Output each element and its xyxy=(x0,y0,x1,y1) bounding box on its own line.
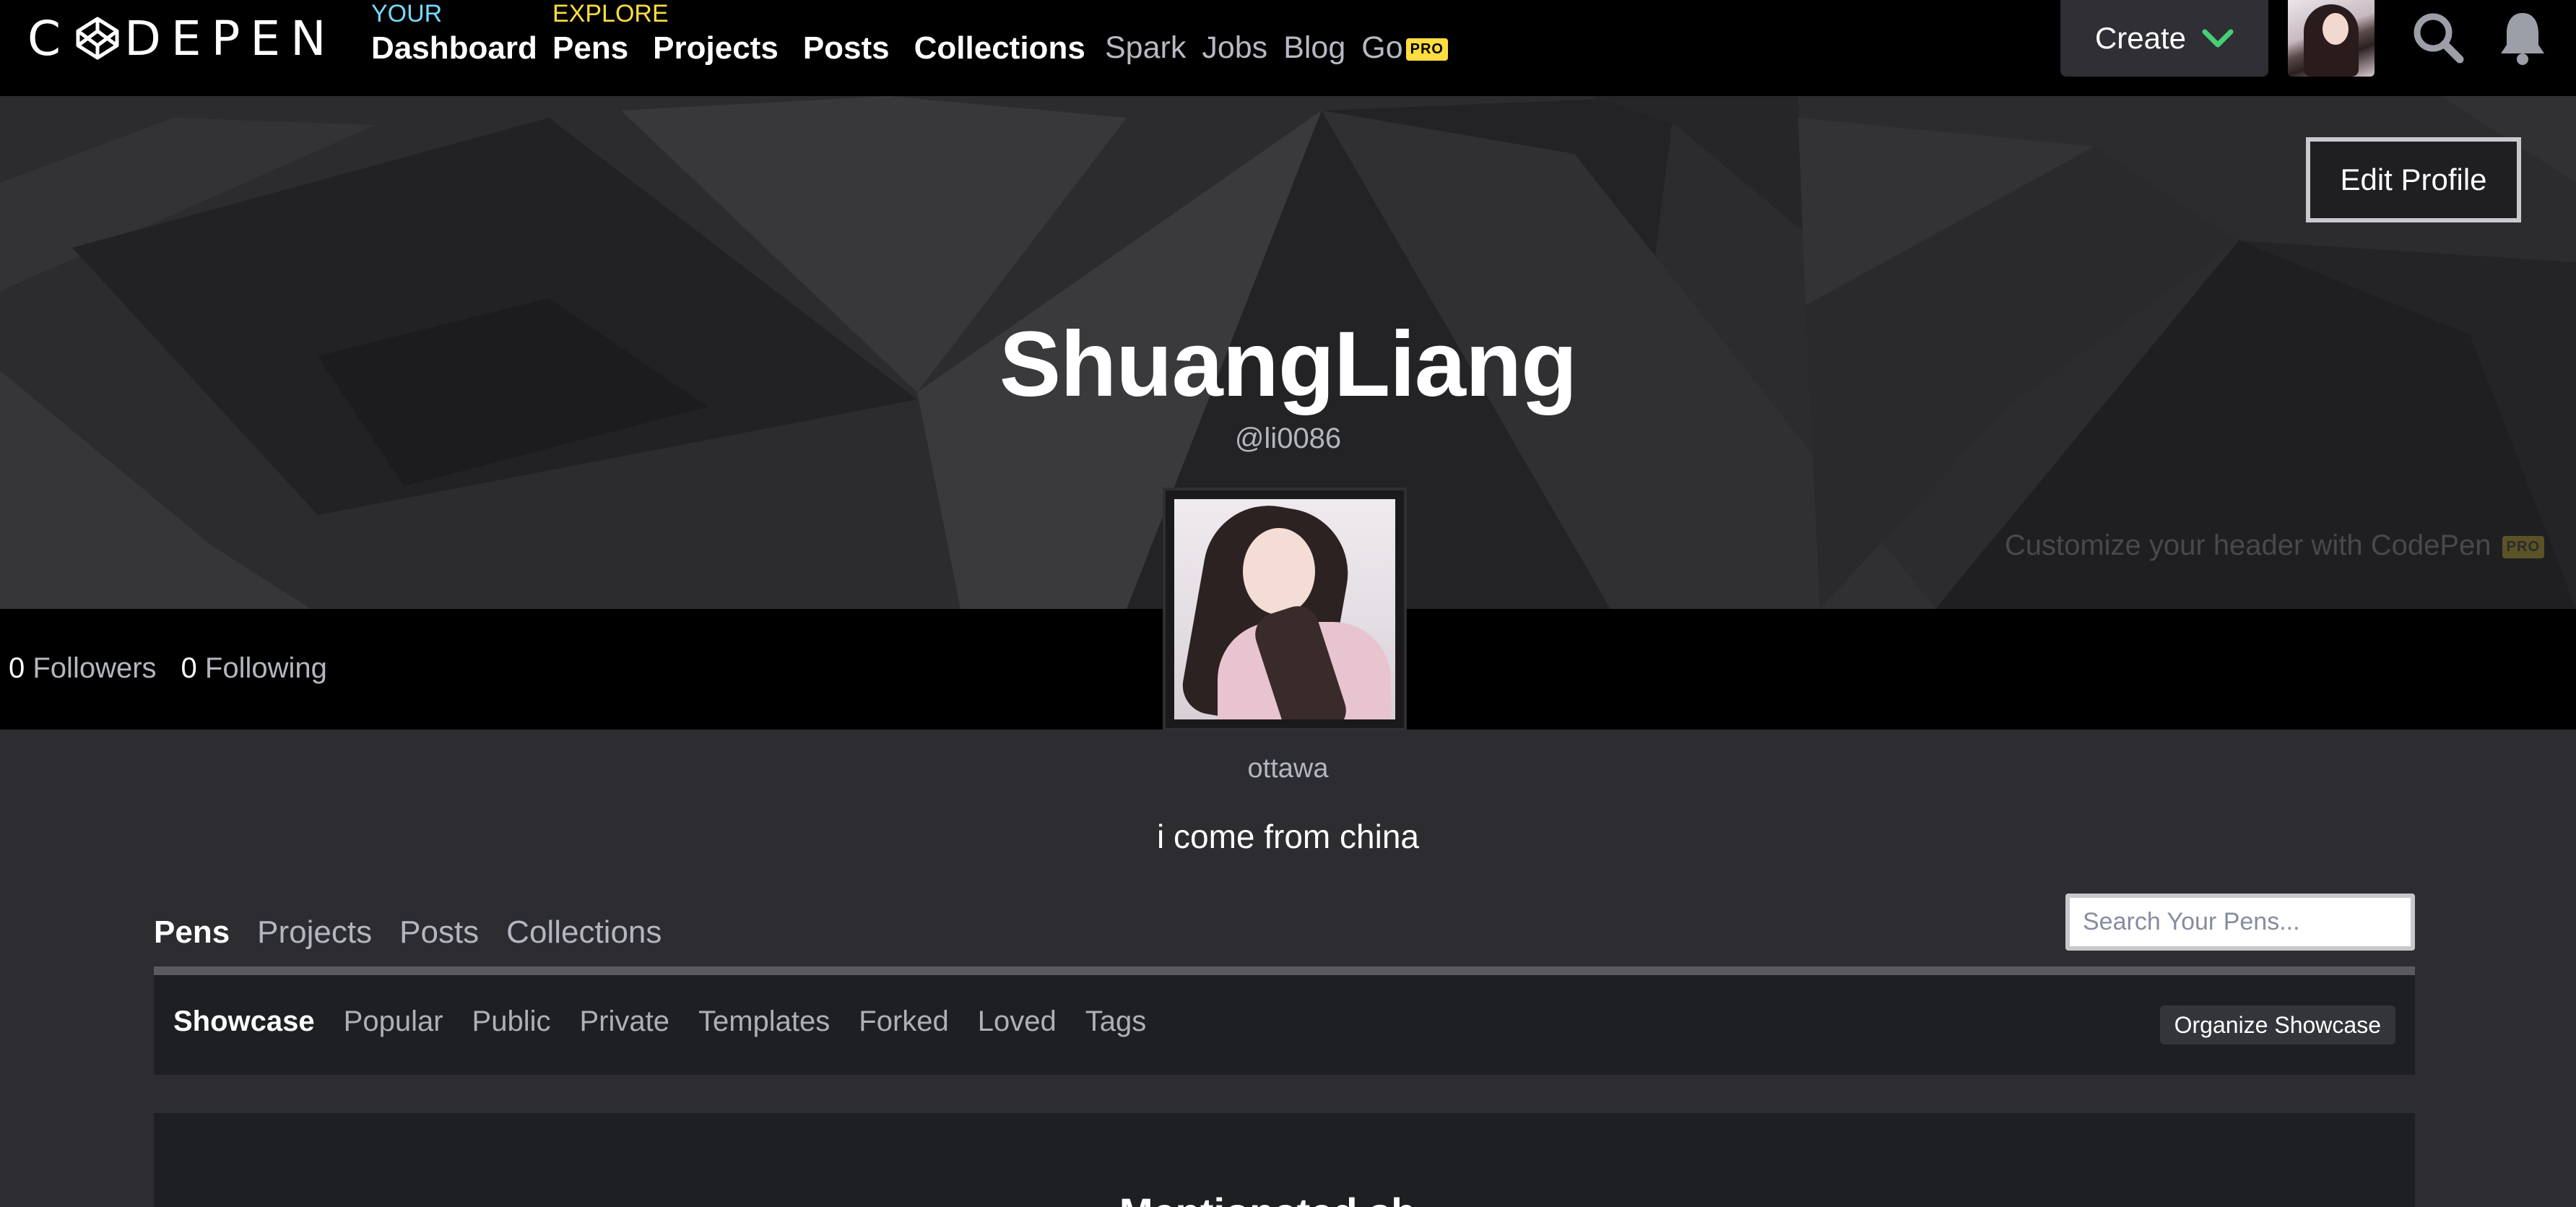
create-label: Create xyxy=(2094,21,2187,55)
tab-posts[interactable]: Posts xyxy=(399,914,479,951)
nav-go-link[interactable]: Go PRO xyxy=(1361,30,1448,66)
followers-link[interactable]: 0 Followers xyxy=(9,652,157,685)
profile-avatar[interactable] xyxy=(1163,488,1407,731)
subnav-templates[interactable]: Templates xyxy=(698,1005,830,1038)
customize-label: Customize your header with CodePen xyxy=(2004,529,2492,561)
nav-posts-link[interactable]: Posts xyxy=(803,30,890,66)
nav-jobs-link[interactable]: Jobs xyxy=(1202,30,1267,66)
secondary-nav: Spark Jobs Blog Go PRO xyxy=(1105,30,1448,66)
showcase-heading: Mentionated sh... xyxy=(154,1189,2415,1207)
pens-subnav: Showcase Popular Public Private Template… xyxy=(154,975,2415,1075)
codepen-logo[interactable]: C DEPEN xyxy=(27,11,337,66)
tab-collections[interactable]: Collections xyxy=(506,914,662,951)
subnav-loved[interactable]: Loved xyxy=(978,1005,1057,1038)
your-kicker: YOUR xyxy=(371,0,443,27)
nav-spark-link[interactable]: Spark xyxy=(1105,30,1186,66)
subnav-showcase[interactable]: Showcase xyxy=(173,1005,315,1038)
tabs-divider xyxy=(154,966,2415,975)
following-label: Following xyxy=(204,652,327,684)
tab-projects[interactable]: Projects xyxy=(257,914,372,951)
top-nav: C DEPEN YOUR Dashboard EXPLORE Pens Proj… xyxy=(0,0,2576,96)
user-avatar[interactable] xyxy=(2288,0,2375,77)
profile-tabs: Pens Projects Posts Collections xyxy=(154,914,662,951)
search-icon[interactable] xyxy=(2409,9,2467,66)
profile-photo xyxy=(1174,499,1395,719)
search-pens-input[interactable] xyxy=(2065,894,2415,951)
profile-location: ottawa xyxy=(1247,753,1329,784)
subnav-forked[interactable]: Forked xyxy=(859,1005,949,1038)
explore-nav-group: EXPLORE Pens Projects Posts Collections xyxy=(552,0,1085,66)
profile-bio: i come from china xyxy=(1156,818,1419,855)
showcase-panel: Mentionated sh... xyxy=(154,1113,2415,1207)
nav-collections-link[interactable]: Collections xyxy=(914,30,1085,66)
organize-showcase-button[interactable]: Organize Showcase xyxy=(2159,1005,2395,1044)
subnav-public[interactable]: Public xyxy=(472,1005,551,1038)
pro-badge: PRO xyxy=(1405,38,1448,61)
subnav-tags[interactable]: Tags xyxy=(1085,1005,1147,1038)
edit-profile-button[interactable]: Edit Profile xyxy=(2306,137,2521,222)
subnav-popular[interactable]: Popular xyxy=(344,1005,443,1038)
nav-pens-link[interactable]: Pens xyxy=(552,30,628,66)
bell-icon[interactable] xyxy=(2495,9,2550,66)
followers-label: Followers xyxy=(32,652,157,684)
nav-go-label: Go xyxy=(1361,30,1403,65)
nav-blog-link[interactable]: Blog xyxy=(1283,30,1345,66)
profile-handle: @li0086 xyxy=(1234,423,1342,454)
codepen-logo-icon xyxy=(76,17,119,60)
nav-dashboard-link[interactable]: Dashboard xyxy=(371,30,537,66)
following-count: 0 xyxy=(181,652,197,684)
customize-header-link[interactable]: Customize your header with CodePen PRO xyxy=(2005,529,2544,562)
your-nav-group: YOUR Dashboard xyxy=(371,0,537,66)
chevron-down-icon xyxy=(2202,29,2234,48)
create-button[interactable]: Create xyxy=(2060,0,2268,77)
profile-display-name: ShuangLiang xyxy=(999,313,1578,416)
nav-projects-link[interactable]: Projects xyxy=(653,30,779,66)
following-link[interactable]: 0 Following xyxy=(181,652,327,685)
pro-badge: PRO xyxy=(2502,535,2544,558)
tab-pens[interactable]: Pens xyxy=(154,914,230,951)
subnav-private[interactable]: Private xyxy=(579,1005,669,1038)
explore-kicker: EXPLORE xyxy=(552,0,669,27)
followers-count: 0 xyxy=(9,652,25,684)
